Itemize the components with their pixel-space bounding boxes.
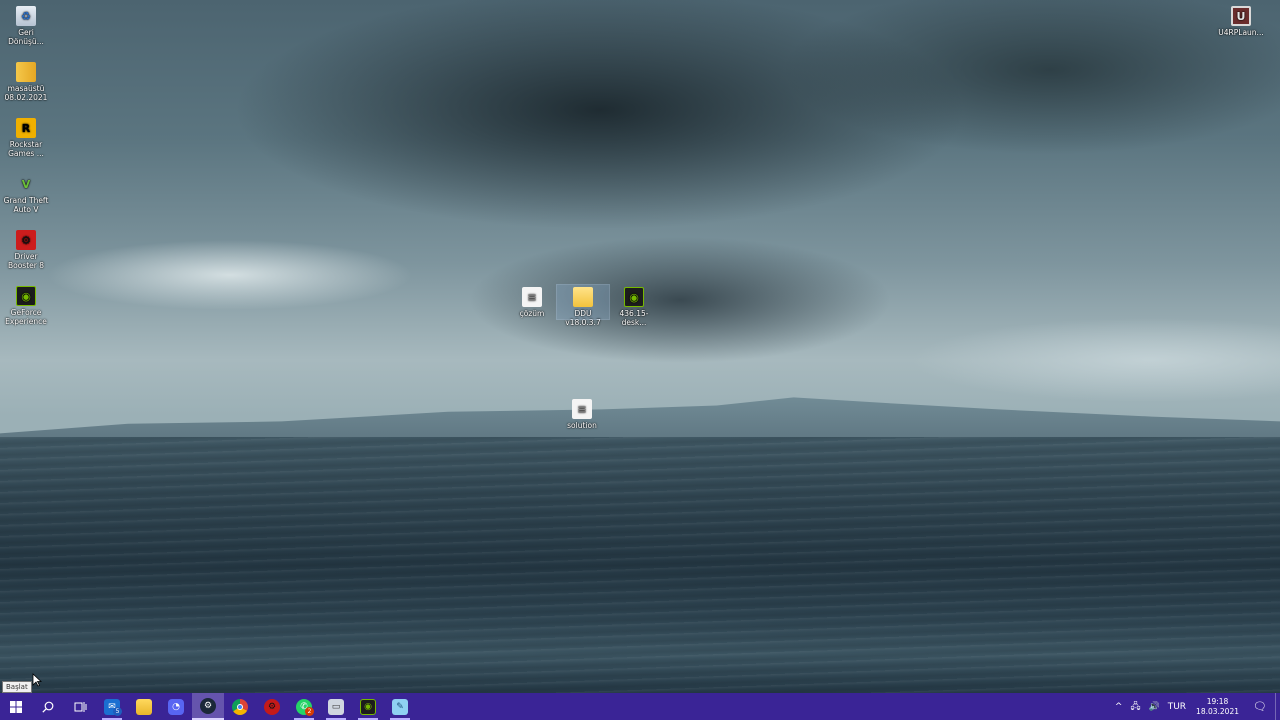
desktop-icon-label: solution (567, 421, 597, 430)
taskbar-app-whatsapp[interactable]: ✆ 2 (288, 693, 320, 720)
driver-booster-icon: ⚙ (264, 698, 280, 715)
u4arp-launcher-icon: U (1231, 6, 1251, 26)
nvidia-icon: ◉ (360, 698, 376, 715)
show-desktop-button[interactable] (1275, 693, 1280, 720)
steam-icon: ⚙ (200, 697, 216, 714)
desktop-icon-label: Grand Theft Auto V (3, 196, 49, 214)
desktop-icon-solution[interactable]: ≡ solution (556, 399, 608, 430)
mouse-cursor-icon (32, 673, 42, 687)
wallpaper-mountains (0, 397, 1280, 443)
nvidia-icon: ◉ (624, 287, 644, 307)
file-explorer-icon (136, 698, 152, 715)
desktop-icon-label: U4RPLaun... (1218, 28, 1264, 37)
zip-folder-icon (16, 62, 36, 82)
clock[interactable]: 19:18 18.03.2021 (1190, 697, 1245, 717)
volume-button[interactable]: 🔊 (1144, 702, 1163, 712)
chrome-icon (232, 698, 248, 715)
desktop-icon-geforce[interactable]: ◉ GeForce Experience (0, 286, 52, 326)
chevron-up-icon: ^ (1114, 701, 1123, 712)
start-tooltip: Başlat (2, 681, 32, 693)
desktop-icon-driver-booster[interactable]: ⚙ Driver Booster 8 (0, 230, 52, 270)
desktop-icon-label: masaüstü 08.02.2021 (4, 84, 48, 102)
desktop-icon-label: GeForce Experience (5, 308, 47, 326)
taskbar-app-file-explorer[interactable] (128, 693, 160, 720)
gta-v-icon: V (21, 177, 31, 191)
task-view-button[interactable] (64, 693, 96, 720)
nvidia-icon: ◉ (16, 286, 36, 306)
wallpaper-sea (0, 437, 1280, 693)
desktop-icon-label: çözüm (519, 309, 545, 318)
whatsapp-badge: 2 (305, 707, 314, 716)
desktop-icon-rockstar[interactable]: R Rockstar Games ... (0, 118, 52, 158)
network-icon: 🖧 (1130, 701, 1141, 712)
taskbar: ✉ 5 ◔ ⚙ ⚙ ✆ 2 ▭ ◉ ✎ ^ 🖧 🔊 TUR 19:18 18.0… (0, 693, 1280, 720)
desktop-icon-cozum[interactable]: ≡ çözüm (506, 287, 558, 318)
rockstar-icon: R (16, 118, 36, 138)
notepad-icon: ✎ (392, 698, 408, 715)
system-tray: ^ 🖧 🔊 TUR 19:18 18.03.2021 🗨 (1111, 693, 1280, 720)
mail-badge: 5 (113, 707, 122, 716)
desktop-icon-label: 436.15-desk... (619, 309, 649, 327)
desktop-icon-masaustu[interactable]: masaüstü 08.02.2021 (0, 62, 52, 102)
folder-icon (573, 287, 593, 307)
search-icon (42, 701, 54, 713)
desktop-icon-nvidia-driver[interactable]: ◉ 436.15-desk... (608, 287, 660, 327)
recycle-bin-icon: ♻ (16, 6, 36, 26)
search-button[interactable] (32, 693, 64, 720)
text-file-icon: ≡ (572, 399, 592, 419)
speaker-icon: 🔊 (1148, 701, 1160, 712)
desktop-icon-label: Driver Booster 8 (7, 252, 45, 270)
desktop-icon-label: Geri Dönüşü... (8, 28, 44, 46)
taskbar-app-steam[interactable]: ⚙ (192, 693, 224, 720)
language-button[interactable]: TUR (1164, 702, 1190, 712)
desktop-icon-recycle-bin[interactable]: ♻ Geri Dönüşü... (0, 6, 52, 46)
desktop-icon-ddu[interactable]: DDU v18.0.3.7 (556, 284, 610, 327)
taskbar-app-mail[interactable]: ✉ 5 (96, 693, 128, 720)
taskbar-app-notepad[interactable]: ✎ (384, 693, 416, 720)
desktop-icon-gta[interactable]: V Grand Theft Auto V (0, 174, 52, 215)
desktop-icon-u4arp[interactable]: U U4RPLaun... (1215, 6, 1267, 37)
desktop-icon-label: Rockstar Games ... (8, 140, 44, 158)
taskbar-app-discord[interactable]: ◔ (160, 693, 192, 720)
app-window-icon: ▭ (328, 698, 344, 715)
language-label: TUR (1167, 701, 1187, 712)
discord-icon: ◔ (168, 698, 184, 715)
taskbar-app-driver-booster[interactable]: ⚙ (256, 693, 288, 720)
task-view-icon (74, 701, 86, 712)
taskbar-app-chrome[interactable] (224, 693, 256, 720)
windows-logo-icon (10, 700, 22, 713)
driver-booster-icon: ⚙ (16, 230, 36, 250)
notification-icon: 🗨 (1253, 700, 1267, 713)
show-hidden-icons-button[interactable]: ^ (1111, 702, 1127, 712)
desktop-icon-label: DDU v18.0.3.7 (565, 309, 601, 327)
start-button[interactable] (0, 693, 32, 720)
desktop-wallpaper[interactable]: ♻ Geri Dönüşü... masaüstü 08.02.2021 R R… (0, 0, 1280, 693)
text-file-icon: ≡ (522, 287, 542, 307)
network-button[interactable]: 🖧 (1126, 699, 1144, 715)
taskbar-app-geforce[interactable]: ◉ (352, 693, 384, 720)
notification-center-button[interactable]: 🗨 (1245, 693, 1275, 720)
clock-date: 18.03.2021 (1196, 706, 1239, 716)
clock-time: 19:18 (1206, 696, 1229, 706)
taskbar-app-generic[interactable]: ▭ (320, 693, 352, 720)
